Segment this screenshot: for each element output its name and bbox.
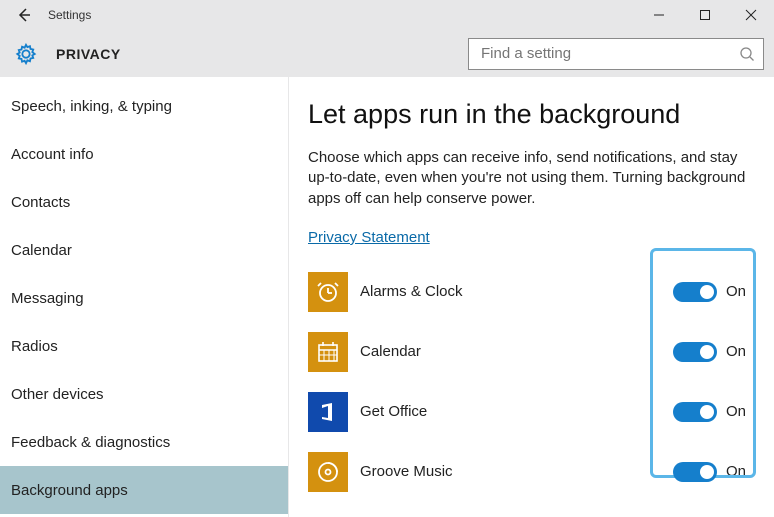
toggle-switch[interactable] (673, 342, 717, 362)
sidebar-item-label: Background apps (11, 482, 128, 499)
toggle-wrap: On (673, 342, 746, 362)
toggle-state-label: On (726, 283, 746, 300)
window-controls (636, 0, 774, 30)
page-title: Let apps run in the background (308, 99, 750, 130)
sidebar-item-label: Messaging (11, 290, 84, 307)
toggle-state-label: On (726, 463, 746, 480)
page-description: Choose which apps can receive info, send… (308, 148, 750, 209)
window-title: Settings (48, 8, 91, 22)
sidebar-item-radios[interactable]: Radios (0, 322, 288, 370)
sidebar-item-contacts[interactable]: Contacts (0, 178, 288, 226)
close-button[interactable] (728, 0, 774, 30)
sidebar-item-label: Speech, inking, & typing (11, 98, 172, 115)
sidebar-item-label: Calendar (11, 242, 72, 259)
main-panel: Let apps run in the background Choose wh… (288, 77, 774, 517)
minimize-button[interactable] (636, 0, 682, 30)
privacy-statement-link[interactable]: Privacy Statement (308, 229, 430, 246)
sidebar-item-label: Account info (11, 146, 94, 163)
toggle-wrap: On (673, 462, 746, 482)
app-row: Alarms & Clock On (308, 262, 750, 322)
office-icon (308, 392, 348, 432)
app-label: Alarms & Clock (360, 283, 673, 300)
toggle-switch[interactable] (673, 402, 717, 422)
calendar-icon (308, 332, 348, 372)
back-button[interactable] (0, 0, 48, 30)
maximize-button[interactable] (682, 0, 728, 30)
app-row: Calendar On (308, 322, 750, 382)
sidebar-item-other-devices[interactable]: Other devices (0, 370, 288, 418)
sidebar-item-speech-inking-typing[interactable]: Speech, inking, & typing (0, 82, 288, 130)
header: PRIVACY (0, 30, 774, 77)
category-title: PRIVACY (56, 46, 121, 62)
toggle-wrap: On (673, 282, 746, 302)
app-row: Groove Music On (308, 442, 750, 502)
toggle-switch[interactable] (673, 462, 717, 482)
content: Speech, inking, & typing Account info Cont… (0, 77, 774, 517)
app-row: Get Office On (308, 382, 750, 442)
sidebar-item-label: Other devices (11, 386, 104, 403)
sidebar-item-feedback-diagnostics[interactable]: Feedback & diagnostics (0, 418, 288, 466)
app-label: Get Office (360, 403, 673, 420)
sidebar-item-label: Contacts (11, 194, 70, 211)
sidebar-item-account-info[interactable]: Account info (0, 130, 288, 178)
search-box[interactable] (468, 38, 764, 70)
sidebar-item-messaging[interactable]: Messaging (0, 274, 288, 322)
toggle-wrap: On (673, 402, 746, 422)
app-label: Calendar (360, 343, 673, 360)
toggle-state-label: On (726, 403, 746, 420)
app-list: Alarms & ClockOnCalendarOnGet OfficeOnGr… (308, 262, 750, 502)
app-label: Groove Music (360, 463, 673, 480)
toggle-switch[interactable] (673, 282, 717, 302)
divider (288, 77, 289, 517)
alarm-clock-icon (308, 272, 348, 312)
sidebar-item-calendar[interactable]: Calendar (0, 226, 288, 274)
title-bar: Settings (0, 0, 774, 30)
sidebar-item-label: Feedback & diagnostics (11, 434, 170, 451)
search-icon (739, 46, 755, 62)
sidebar-item-label: Radios (11, 338, 58, 355)
settings-gear-icon[interactable] (14, 42, 38, 66)
sidebar: Speech, inking, & typing Account info Cont… (0, 77, 288, 517)
sidebar-item-background-apps[interactable]: Background apps (0, 466, 288, 514)
groove-music-icon (308, 452, 348, 492)
toggle-state-label: On (726, 343, 746, 360)
search-input[interactable] (481, 45, 739, 62)
